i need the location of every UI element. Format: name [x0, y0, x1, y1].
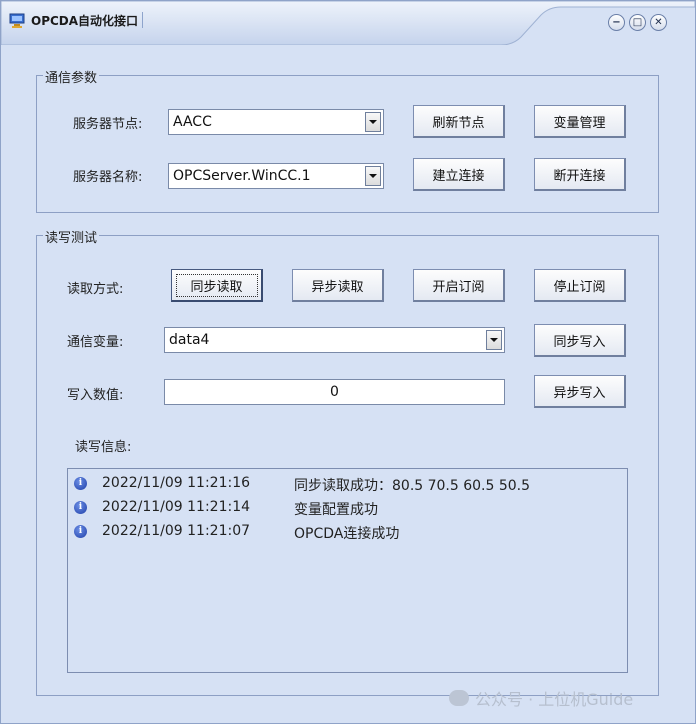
- stop-subscribe-button[interactable]: 停止订阅: [534, 269, 626, 302]
- log-time: 2022/11/09 11:21:16: [102, 475, 251, 491]
- info-icon: i: [74, 501, 87, 514]
- connect-button[interactable]: 建立连接: [413, 158, 505, 191]
- watermark: 公众号 · 上位机Guide: [449, 686, 633, 710]
- variable-select[interactable]: data4: [164, 327, 505, 353]
- window-title: OPCDA自动化接口: [31, 14, 139, 28]
- minimize-button[interactable]: −: [608, 14, 625, 31]
- rw-test-title: 读写测试: [43, 227, 100, 246]
- variable-label: 通信变量:: [67, 335, 124, 350]
- write-value-input[interactable]: 0: [164, 379, 505, 405]
- title-bar: OPCDA自动化接口 − □ ✕: [1, 1, 695, 45]
- async-read-button[interactable]: 异步读取: [292, 269, 384, 302]
- watermark-text: 公众号 · 上位机Guide: [475, 690, 634, 709]
- start-subscribe-button[interactable]: 开启订阅: [413, 269, 505, 302]
- main-window: OPCDA自动化接口 − □ ✕ 通信参数 服务器节点: AACC 刷新节点 变…: [0, 0, 696, 724]
- chevron-down-icon[interactable]: [486, 330, 502, 350]
- log-time: 2022/11/09 11:21:07: [102, 523, 251, 539]
- server-name-value: OPCServer.WinCC.1: [173, 168, 311, 184]
- list-item[interactable]: i 2022/11/09 11:21:14 变量配置成功: [68, 497, 627, 518]
- app-icon: [9, 12, 25, 28]
- chevron-down-icon[interactable]: [365, 166, 381, 186]
- server-node-label: 服务器节点:: [73, 117, 143, 132]
- log-message: OPCDA连接成功: [294, 526, 400, 542]
- refresh-nodes-button[interactable]: 刷新节点: [413, 105, 505, 138]
- server-name-label: 服务器名称:: [73, 170, 143, 185]
- list-item[interactable]: i 2022/11/09 11:21:07 OPCDA连接成功: [68, 521, 627, 542]
- variable-value: data4: [169, 332, 210, 348]
- async-write-button[interactable]: 异步写入: [534, 375, 626, 408]
- server-node-value: AACC: [173, 114, 212, 130]
- comm-params-group: 通信参数: [36, 67, 659, 213]
- log-time: 2022/11/09 11:21:14: [102, 499, 251, 515]
- sync-write-button[interactable]: 同步写入: [534, 324, 626, 357]
- server-node-select[interactable]: AACC: [168, 109, 384, 135]
- log-message: 同步读取成功：80.5 70.5 60.5 50.5: [294, 478, 531, 494]
- info-label: 读写信息:: [75, 440, 132, 455]
- list-item[interactable]: i 2022/11/09 11:21:16 同步读取成功：80.5 70.5 6…: [68, 473, 627, 494]
- log-list[interactable]: i 2022/11/09 11:21:16 同步读取成功：80.5 70.5 6…: [67, 468, 628, 673]
- sync-read-button[interactable]: 同步读取: [171, 269, 263, 302]
- comm-params-title: 通信参数: [43, 67, 100, 86]
- maximize-button[interactable]: □: [629, 14, 646, 31]
- info-icon: i: [74, 477, 87, 490]
- disconnect-button[interactable]: 断开连接: [534, 158, 626, 191]
- close-button[interactable]: ✕: [650, 14, 667, 31]
- title-separator: [142, 12, 143, 28]
- chevron-down-icon[interactable]: [365, 112, 381, 132]
- info-icon: i: [74, 525, 87, 538]
- log-message: 变量配置成功: [294, 502, 378, 518]
- variable-manage-button[interactable]: 变量管理: [534, 105, 626, 138]
- wechat-icon: [449, 690, 469, 706]
- read-mode-label: 读取方式:: [67, 282, 124, 297]
- server-name-select[interactable]: OPCServer.WinCC.1: [168, 163, 384, 189]
- write-value-label: 写入数值:: [67, 388, 124, 403]
